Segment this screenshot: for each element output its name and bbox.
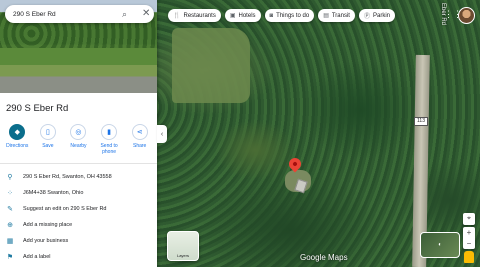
- parking-icon: Ⓟ: [363, 14, 370, 20]
- chip-transit[interactable]: ▤ Transit: [318, 9, 355, 22]
- collapse-panel-button[interactable]: ‹: [157, 125, 167, 143]
- phone-icon: ▮: [101, 124, 118, 140]
- route-shield: 113: [414, 117, 428, 126]
- plus-code-icon: ⁘: [7, 190, 13, 197]
- share-button[interactable]: ⋖ Share: [126, 124, 154, 155]
- save-button[interactable]: ▯ Save: [34, 124, 62, 155]
- chip-hotels[interactable]: ▣ Hotels: [224, 9, 261, 22]
- zoom-in-icon[interactable]: +: [467, 228, 472, 237]
- divider: [0, 163, 157, 164]
- chip-restaurants[interactable]: 🍴 Restaurants: [168, 9, 221, 22]
- chip-things-to-do[interactable]: ◙ Things to do: [264, 9, 315, 22]
- nearby-label: Nearby: [70, 143, 87, 149]
- bookmark-icon: ▯: [39, 124, 56, 140]
- info-rows: ⚲ 290 S Eber Rd, Swanton, OH 43558 ⁘ J6M…: [0, 169, 157, 265]
- zoom-out-icon[interactable]: −: [467, 239, 472, 248]
- pin-icon: ⚲: [7, 174, 13, 181]
- close-icon[interactable]: ✕: [142, 8, 150, 20]
- directions-button[interactable]: ◆ Directions: [3, 124, 31, 155]
- add-missing-place-row[interactable]: ⊕ Add a missing place: [0, 217, 157, 233]
- directions-label: Directions: [6, 143, 29, 149]
- bus-icon: ▤: [323, 13, 329, 19]
- building-roof: [294, 178, 308, 194]
- business-icon: ▦: [6, 238, 14, 245]
- suggest-edit-row[interactable]: ✎ Suggest an edit on 290 S Eber Rd: [0, 201, 157, 217]
- send-to-phone-label: Send to phone: [100, 143, 118, 155]
- save-label: Save: [42, 143, 54, 149]
- add-place-icon: ⊕: [7, 222, 13, 229]
- share-icon: ⋖: [131, 124, 148, 140]
- bed-icon: ▣: [229, 13, 236, 19]
- add-business-row[interactable]: ▦ Add your business: [0, 233, 157, 249]
- action-buttons: ◆ Directions ▯ Save ◎ Nearby ▮ Send to p…: [0, 124, 157, 155]
- category-chips: 🍴 Restaurants ▣ Hotels ◙ Things to do ▤ Tran…: [168, 9, 396, 22]
- search-box: ⌕ ✕: [5, 5, 154, 23]
- label-icon: ⚑: [6, 254, 14, 261]
- google-maps-logo: Google Maps: [300, 253, 348, 262]
- nearby-button[interactable]: ◎ Nearby: [64, 124, 92, 155]
- zoom-control: + −: [463, 227, 475, 249]
- search-input[interactable]: [13, 10, 108, 18]
- globe-view-thumbnail[interactable]: ◐: [420, 232, 460, 258]
- plus-code-row[interactable]: ⁘ J6M4+38 Swanton, Ohio: [0, 185, 157, 201]
- edit-icon: ✎: [7, 206, 13, 213]
- fork-knife-icon: 🍴: [173, 13, 181, 19]
- address-row[interactable]: ⚲ 290 S Eber Rd, Swanton, OH 43558: [0, 169, 157, 185]
- send-to-phone-button[interactable]: ▮ Send to phone: [95, 124, 123, 155]
- my-location-icon[interactable]: ⌖: [463, 213, 475, 225]
- layers-button[interactable]: Layers: [167, 231, 199, 261]
- layers-label: Layers: [176, 253, 189, 258]
- share-label: Share: [133, 143, 147, 149]
- place-title: 290 S Eber Rd: [6, 103, 69, 114]
- camera-icon: ◙: [269, 12, 274, 19]
- nearby-icon: ◎: [70, 124, 87, 140]
- avatar[interactable]: [458, 7, 475, 24]
- chip-parking[interactable]: Ⓟ Parkin: [358, 9, 396, 22]
- side-panel: ⌕ ✕ 290 S Eber Rd ◆ Directions ▯ Save ◎ …: [0, 0, 157, 267]
- pegman-icon[interactable]: [464, 251, 474, 263]
- search-icon[interactable]: ⌕: [122, 8, 127, 20]
- directions-icon: ◆: [9, 124, 26, 140]
- map-field: [172, 28, 250, 103]
- add-label-row[interactable]: ⚑ Add a label: [0, 249, 157, 265]
